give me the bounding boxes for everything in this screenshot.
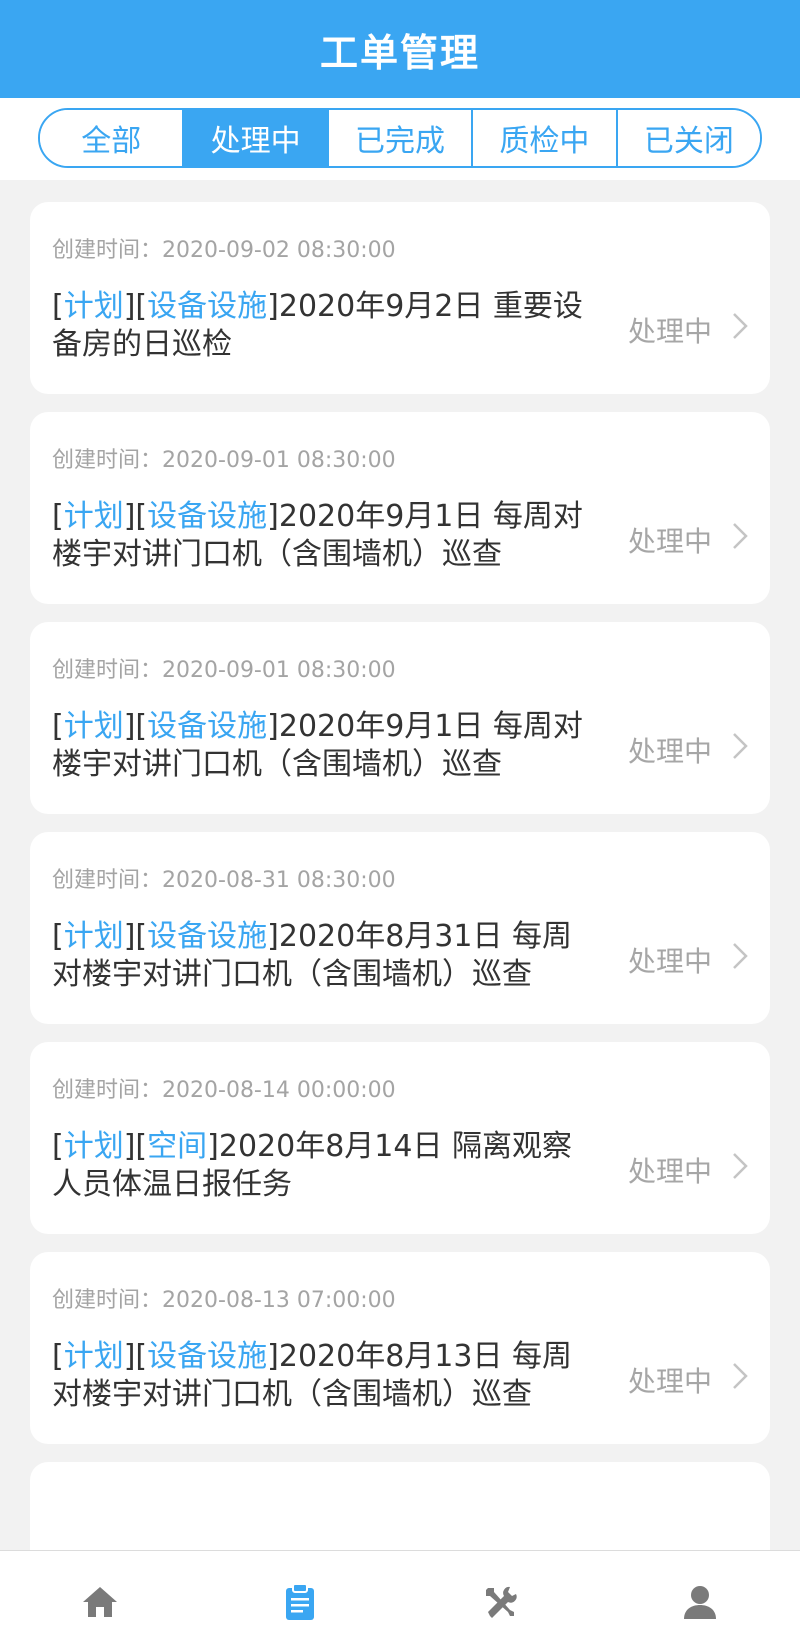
type-tag: 计划 xyxy=(63,919,124,954)
type-tag: 计划 xyxy=(63,499,124,534)
status-label: 处理中 xyxy=(627,735,712,768)
created-time: 创建时间：2020-09-02 08:30:00 xyxy=(52,238,396,263)
status-label: 处理中 xyxy=(627,945,712,978)
status-filter-bar: 全部 处理中 已完成 质检中 已关闭 xyxy=(0,98,800,180)
nav-home[interactable] xyxy=(0,1551,200,1652)
user-icon xyxy=(684,1585,716,1619)
nav-tools[interactable] xyxy=(400,1551,600,1652)
created-time: 创建时间：2020-08-31 08:30:00 xyxy=(52,868,396,893)
page-title: 工单管理 xyxy=(319,30,480,75)
tools-icon xyxy=(486,1586,517,1618)
work-order-title: [计划][空间]2020年8月14日 隔离观察人员体温日报任务 xyxy=(52,1129,573,1202)
work-order-card[interactable]: 创建时间：2020-09-01 08:30:00 [计划][设备设施]2020年… xyxy=(30,412,770,604)
created-time: 创建时间：2020-09-01 08:30:00 xyxy=(52,448,396,473)
category-tag: 设备设施 xyxy=(147,709,268,744)
status-label: 处理中 xyxy=(627,1365,712,1398)
category-tag: 设备设施 xyxy=(147,499,268,534)
work-order-card[interactable]: 创建时间：2020-08-13 07:00:00 [计划][设备设施]2020年… xyxy=(30,1252,770,1444)
work-order-list: 创建时间：2020-09-02 08:30:00 [计划][设备设施]2020年… xyxy=(0,180,800,1550)
status-label: 处理中 xyxy=(627,1155,712,1188)
category-tag: 设备设施 xyxy=(147,919,268,954)
type-tag: 计划 xyxy=(63,1339,124,1374)
category-tag: 设备设施 xyxy=(147,289,268,324)
work-order-title: [计划][设备设施]2020年8月31日 每周对楼宇对讲门口机（含围墙机）巡查 xyxy=(52,919,573,992)
category-tag: 设备设施 xyxy=(147,1339,268,1374)
tab-quality-check[interactable]: 质检中 xyxy=(471,110,616,166)
type-tag: 计划 xyxy=(63,709,124,744)
work-order-card[interactable]: 创建时间：2020-09-01 08:30:00 [计划][设备设施]2020年… xyxy=(30,622,770,814)
status-label: 处理中 xyxy=(627,525,712,558)
work-order-title: [计划][设备设施]2020年9月1日 每周对楼宇对讲门口机（含围墙机）巡查 xyxy=(52,709,583,782)
created-time: 创建时间：2020-08-13 07:00:00 xyxy=(52,1288,396,1313)
chevron-right-icon xyxy=(733,313,748,339)
nav-profile[interactable] xyxy=(600,1551,800,1652)
bottom-navigation xyxy=(0,1550,800,1652)
tab-closed[interactable]: 已关闭 xyxy=(615,110,760,166)
chevron-right-icon xyxy=(733,1363,748,1389)
home-icon xyxy=(83,1586,117,1617)
chevron-right-icon xyxy=(733,943,748,969)
chevron-right-icon xyxy=(733,523,748,549)
work-order-card[interactable]: 创建时间：2020-08-14 00:00:00 [计划][空间]2020年8月… xyxy=(30,1042,770,1234)
status-tabs: 全部 处理中 已完成 质检中 已关闭 xyxy=(38,108,762,168)
work-order-title: [计划][设备设施]2020年9月2日 重要设备房的日巡检 xyxy=(52,289,583,362)
work-order-card[interactable]: 创建时间：2020-08-31 08:30:00 [计划][设备设施]2020年… xyxy=(30,832,770,1024)
status-label: 处理中 xyxy=(627,315,712,348)
tab-completed[interactable]: 已完成 xyxy=(326,110,472,166)
chevron-right-icon xyxy=(733,733,748,759)
work-order-title: [计划][设备设施]2020年8月13日 每周对楼宇对讲门口机（含围墙机）巡查 xyxy=(52,1339,573,1412)
type-tag: 计划 xyxy=(63,289,124,324)
clipboard-icon xyxy=(286,1582,314,1620)
type-tag: 计划 xyxy=(63,1129,124,1164)
nav-work-orders[interactable] xyxy=(200,1551,400,1652)
work-order-card[interactable]: 创建时间：2020-09-02 08:30:00 [计划][设备设施]2020年… xyxy=(30,202,770,394)
created-time: 创建时间：2020-09-01 08:30:00 xyxy=(52,658,396,683)
chevron-right-icon xyxy=(733,1153,748,1179)
tab-all[interactable]: 全部 xyxy=(40,110,183,166)
app-header: 工单管理 xyxy=(0,0,800,98)
tab-processing[interactable]: 处理中 xyxy=(182,110,327,166)
created-time: 创建时间：2020-08-14 00:00:00 xyxy=(52,1078,396,1103)
work-order-card-partial[interactable] xyxy=(30,1462,770,1550)
category-tag: 空间 xyxy=(147,1129,208,1164)
work-order-title: [计划][设备设施]2020年9月1日 每周对楼宇对讲门口机（含围墙机）巡查 xyxy=(52,499,583,572)
